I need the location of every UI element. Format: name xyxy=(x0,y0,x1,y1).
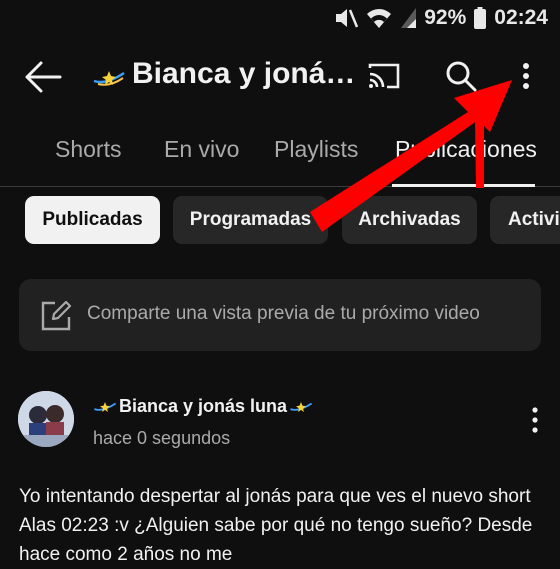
channel-title: Bianca y joná… xyxy=(92,57,355,91)
sparkle-emoji-icon xyxy=(289,399,313,415)
compose-edit-icon xyxy=(39,299,73,333)
channel-tabs: Shorts En vivo Playlists Publicaciones xyxy=(0,128,560,187)
more-options-button[interactable] xyxy=(508,58,544,94)
active-tab-indicator xyxy=(392,184,535,187)
status-bar: 92% 02:24 xyxy=(0,0,560,40)
tab-en-vivo[interactable]: En vivo xyxy=(164,136,239,163)
sparkle-emoji-icon xyxy=(93,399,117,415)
battery-percent: 92% xyxy=(424,6,467,29)
signal-icon xyxy=(400,7,417,29)
more-vert-icon xyxy=(523,63,529,89)
back-button[interactable] xyxy=(24,60,62,94)
post-author-name: Bianca y jonás luna xyxy=(119,396,288,416)
sparkle-emoji-icon xyxy=(92,63,126,86)
search-icon xyxy=(446,61,477,92)
chip-programadas[interactable]: Programadas xyxy=(173,196,328,244)
chip-actividad[interactable]: Activi xyxy=(490,196,560,244)
battery-icon xyxy=(474,7,487,29)
cast-icon xyxy=(368,63,400,89)
post-menu-button[interactable] xyxy=(527,404,543,436)
tab-playlists[interactable]: Playlists xyxy=(274,136,358,163)
channel-title-text: Bianca y joná… xyxy=(132,57,356,90)
clock: 02:24 xyxy=(494,6,548,29)
compose-post-box[interactable]: Comparte una vista previa de tu próximo … xyxy=(19,279,541,351)
chip-publicadas[interactable]: Publicadas xyxy=(25,196,160,244)
post-avatar[interactable] xyxy=(18,391,74,447)
avatar-image xyxy=(18,391,74,447)
compose-placeholder: Comparte una vista previa de tu próximo … xyxy=(87,303,480,324)
more-vert-icon xyxy=(532,407,538,433)
cast-button[interactable] xyxy=(366,58,402,94)
chip-archivadas[interactable]: Archivadas xyxy=(342,196,477,244)
back-arrow-icon xyxy=(25,61,62,93)
mute-icon xyxy=(334,7,359,29)
filter-chips: Publicadas Programadas Archivadas Activi xyxy=(0,196,560,246)
post-timestamp: hace 0 segundos xyxy=(93,428,231,448)
wifi-icon xyxy=(366,7,392,29)
search-button[interactable] xyxy=(443,58,479,94)
post-text: Yo intentando despertar al jonás para qu… xyxy=(19,486,533,565)
tab-shorts[interactable]: Shorts xyxy=(55,136,121,163)
app-bar: Bianca y joná… xyxy=(0,40,560,112)
status-right: 92% 02:24 xyxy=(334,6,548,30)
tab-publicaciones[interactable]: Publicaciones xyxy=(395,136,537,163)
post-author[interactable]: Bianca y jonás luna xyxy=(93,396,313,417)
